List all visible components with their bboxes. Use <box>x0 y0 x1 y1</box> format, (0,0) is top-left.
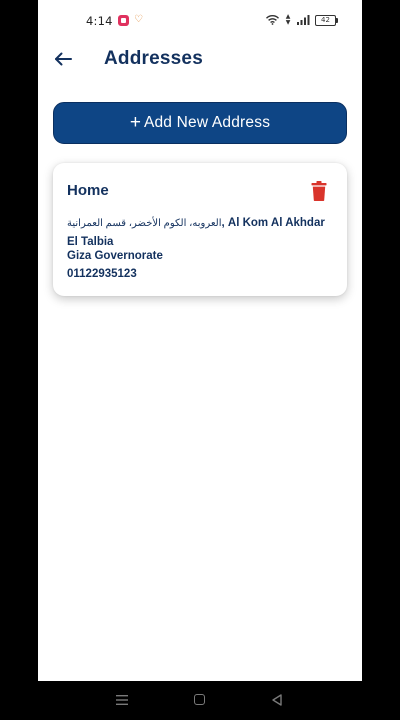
address-title: Home <box>67 182 109 199</box>
status-bar: 4:14 ♡ ▲ ▼ 42 <box>38 0 362 40</box>
address-phone: 01122935123 <box>67 268 137 280</box>
wifi-icon <box>266 15 279 25</box>
home-icon[interactable] <box>194 694 205 705</box>
address-governorate: Giza Governorate <box>67 250 163 262</box>
plus-icon: + <box>129 111 141 133</box>
address-line: العروبه، الكوم الأخضر، قسم العمرانية, Al… <box>67 214 337 251</box>
address-arabic-text: العروبه، الكوم الأخضر، قسم العمرانية <box>67 218 222 229</box>
page-title: Addresses <box>104 48 203 69</box>
menu-icon[interactable] <box>116 694 128 706</box>
app-header: Addresses <box>38 40 362 80</box>
app-screen: 4:14 ♡ ▲ ▼ 42 Addresses + Add New Addres… <box>38 0 362 681</box>
trash-icon[interactable] <box>311 181 327 201</box>
battery-indicator: 42 <box>315 14 338 26</box>
status-icons: ▲ ▼ 42 <box>266 13 338 26</box>
app-notification-icon <box>118 15 129 26</box>
back-button[interactable] <box>50 46 76 72</box>
status-time: 4:14 <box>86 14 113 28</box>
address-card[interactable]: Home العروبه، الكوم الأخضر، قسم العمراني… <box>53 163 347 296</box>
add-new-address-label: Add New Address <box>143 114 271 131</box>
system-nav-bar <box>0 681 400 720</box>
device-frame: 4:14 ♡ ▲ ▼ 42 Addresses + Add New Addres… <box>0 0 400 720</box>
back-triangle-icon[interactable] <box>271 694 283 706</box>
arrow-left-icon <box>55 52 72 66</box>
heart-notification-icon: ♡ <box>134 14 143 25</box>
add-new-address-button[interactable]: + Add New Address <box>53 102 347 144</box>
lte-icon: ▲ ▼ <box>285 13 291 26</box>
signal-icon <box>297 15 310 25</box>
